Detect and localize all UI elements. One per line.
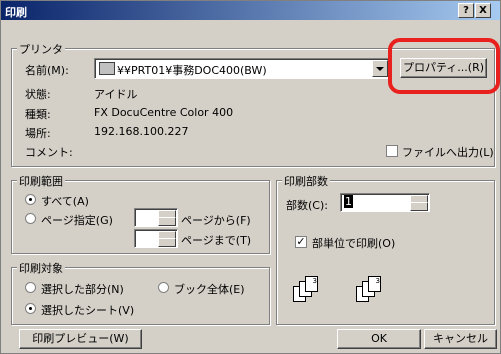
spin-down-icon[interactable] [410, 202, 428, 211]
cancel-button[interactable]: キャンセル [424, 329, 497, 349]
print-to-file-checkbox[interactable] [386, 145, 398, 157]
page-range-radio[interactable] [25, 213, 36, 224]
printer-name-dropdown[interactable]: ¥¥PRT01¥事務DOC400(BW) [94, 58, 390, 79]
page-from-label: ページから(F) [181, 214, 251, 227]
page-to-label: ページまで(T) [181, 234, 252, 247]
title-bar: 印刷 ? X [1, 1, 500, 20]
page-from-spinner[interactable] [134, 208, 178, 227]
status-label: 状態: [25, 88, 51, 101]
status-value: アイドル [94, 88, 138, 101]
comment-label: コメント: [25, 146, 73, 159]
entire-workbook-label[interactable]: ブック全体(E) [174, 281, 245, 297]
location-label: 場所: [25, 127, 51, 140]
selection-label[interactable]: 選択した部分(N) [41, 281, 124, 297]
print-target-group-label: 印刷対象 [17, 260, 65, 276]
ok-button[interactable]: OK [337, 329, 421, 349]
printer-group-label: プリンタ [17, 41, 65, 57]
print-all-label[interactable]: すべて(A) [41, 193, 89, 209]
page-range-label[interactable]: ページ指定(G) [41, 212, 113, 228]
print-preview-button[interactable]: 印刷プレビュー(W) [19, 329, 142, 349]
collate-pages-icon: 123 [356, 276, 386, 304]
collate-pages-icon: 123 [293, 276, 323, 304]
selection-radio[interactable] [25, 282, 36, 293]
copies-value: 1 [344, 195, 353, 208]
active-sheet-label[interactable]: 選択したシート(V) [41, 302, 134, 318]
copies-spinner[interactable]: 1 [340, 193, 430, 212]
location-value: 192.168.100.227 [94, 125, 189, 138]
spin-down-icon[interactable] [158, 217, 176, 226]
spin-down-icon[interactable] [158, 238, 176, 247]
printer-name-value: ¥¥PRT01¥事務DOC400(BW) [117, 64, 267, 77]
close-button[interactable]: X [475, 3, 491, 18]
highlight-annotation [388, 38, 500, 94]
print-dialog: 印刷 ? X プリンタ 名前(M): ¥¥PRT01¥事務DOC400(BW) … [0, 0, 501, 354]
help-button[interactable]: ? [458, 3, 474, 18]
print-range-group-label: 印刷範囲 [17, 173, 65, 189]
printer-name-label: 名前(M): [25, 64, 69, 77]
type-label: 種類: [25, 108, 51, 121]
type-value: FX DocuCentre Color 400 [94, 106, 234, 119]
copies-group-label: 印刷部数 [282, 173, 330, 189]
collate-checkbox[interactable]: ✓ [295, 236, 307, 248]
active-sheet-radio[interactable] [25, 303, 36, 314]
collate-label[interactable]: 部単位で印刷(O) [312, 235, 395, 251]
chevron-down-icon[interactable] [372, 60, 388, 77]
print-to-file-label[interactable]: ファイルへ出力(L) [402, 144, 494, 160]
printer-icon [99, 62, 115, 75]
print-all-radio[interactable] [25, 194, 36, 205]
window-title: 印刷 [5, 6, 27, 19]
entire-workbook-radio[interactable] [158, 282, 169, 293]
copies-label: 部数(C): [286, 199, 328, 212]
page-to-spinner[interactable] [134, 229, 178, 248]
